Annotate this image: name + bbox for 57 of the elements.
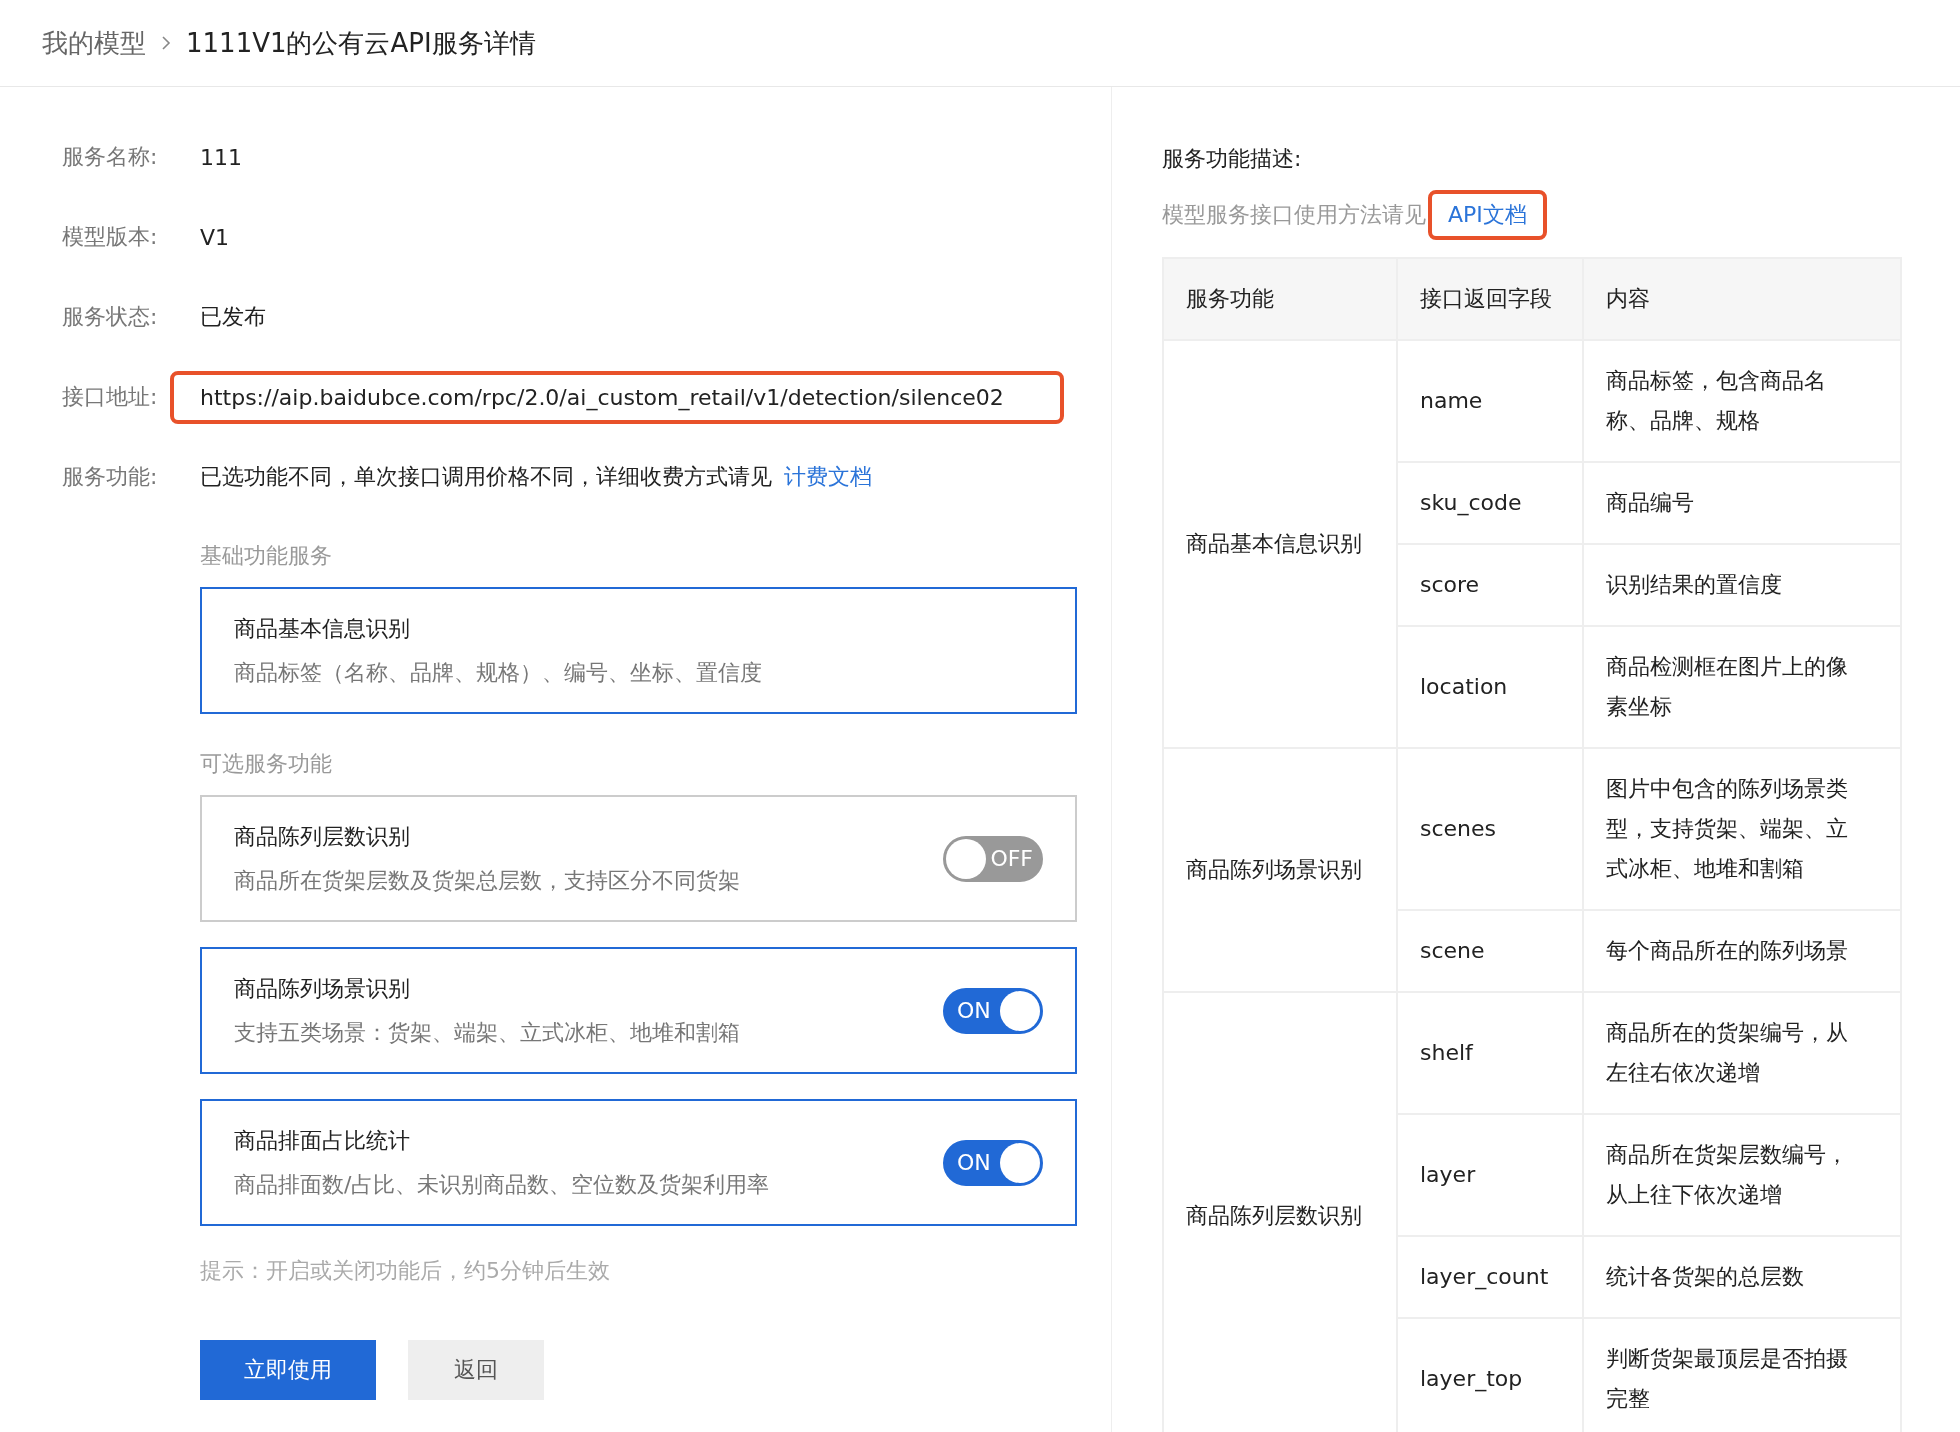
service-name: 商品陈列场景识别: [234, 974, 411, 1003]
field-label: 接口地址:: [62, 383, 159, 411]
service-name: 商品陈列层数识别: [234, 822, 411, 851]
column-header: 内容: [1583, 258, 1901, 340]
service-description: 商品所在货架层数及货架总层数，支持区分不同货架: [234, 866, 741, 895]
billing-doc-link[interactable]: 计费文档: [784, 462, 872, 492]
field-label: 服务功能:: [62, 463, 159, 491]
table-cell: shelf: [1397, 992, 1583, 1114]
hint-text: 提示：开启或关闭功能后，约5分钟后生效: [200, 1257, 611, 1285]
service-description: 商品标签（名称、品牌、规格）、编号、坐标、置信度: [234, 658, 763, 687]
action-button[interactable]: 返回: [408, 1340, 544, 1400]
table-cell: 商品所在的货架编号，从左往右依次递增: [1583, 992, 1901, 1114]
table-cell: 识别结果的置信度: [1583, 544, 1901, 626]
table-cell: 商品陈列场景识别: [1163, 748, 1397, 992]
table-cell: 每个商品所在的陈列场景: [1583, 910, 1901, 992]
field-label: 服务名称:: [62, 143, 159, 171]
table-cell: layer: [1397, 1114, 1583, 1236]
table-cell: location: [1397, 626, 1583, 748]
table-cell: sku_code: [1397, 462, 1583, 544]
table-cell: 统计各货架的总层数: [1583, 1236, 1901, 1318]
service-description: 商品排面数/占比、未识别商品数、空位数及货架利用率: [234, 1170, 771, 1199]
table-cell: name: [1397, 340, 1583, 462]
toggle-switch[interactable]: ON: [943, 987, 1043, 1034]
table-cell: 商品所在货架层数编号，从上往下依次递增: [1583, 1114, 1901, 1236]
field-label: 模型版本:: [62, 223, 159, 251]
toggle-switch[interactable]: OFF: [943, 835, 1043, 882]
table-cell: 商品编号: [1583, 462, 1901, 544]
section-title: 服务功能描述:: [1162, 145, 1303, 173]
field-label: 服务状态:: [62, 303, 159, 331]
api-doc-link[interactable]: API文档: [1428, 190, 1547, 240]
section-title: 可选服务功能: [200, 750, 333, 778]
action-button[interactable]: 立即使用: [200, 1340, 376, 1400]
field-value: 已选功能不同，单次接口调用价格不同，详细收费方式请见: [200, 463, 772, 491]
service-name: 商品基本信息识别: [234, 614, 411, 643]
table-cell: scenes: [1397, 748, 1583, 910]
description-text: 模型服务接口使用方法请见: [1162, 201, 1426, 229]
table-cell: 商品基本信息识别: [1163, 340, 1397, 748]
table-cell: score: [1397, 544, 1583, 626]
field-value: 111: [200, 144, 242, 170]
service-description: 支持五类场景：货架、端架、立式冰柜、地堆和割箱: [234, 1018, 741, 1047]
table-cell: 商品检测框在图片上的像素坐标: [1583, 626, 1901, 748]
table-cell: 商品标签，包含商品名称、品牌、规格: [1583, 340, 1901, 462]
field-value: V1: [200, 224, 230, 250]
column-header: 服务功能: [1163, 258, 1397, 340]
section-title: 基础功能服务: [200, 542, 333, 570]
table-cell: layer_count: [1397, 1236, 1583, 1318]
table-cell: 图片中包含的陈列场景类型，支持货架、端架、立式冰柜、地堆和割箱: [1583, 748, 1901, 910]
service-name: 商品排面占比统计: [234, 1126, 411, 1155]
column-header: 接口返回字段: [1397, 258, 1583, 340]
breadcrumb-link[interactable]: 我的模型: [42, 25, 146, 61]
chevron-right-icon: [160, 34, 172, 52]
toggle-switch[interactable]: ON: [943, 1139, 1043, 1186]
field-value: 已发布: [200, 303, 266, 331]
table-cell: scene: [1397, 910, 1583, 992]
field-value: https://aip.baidubce.com/rpc/2.0/ai_custom_retail/v1/detection/silence02: [170, 370, 1064, 424]
table-cell: 商品陈列层数识别: [1163, 992, 1397, 1432]
page-title: 1111V1的公有云API服务详情: [186, 26, 536, 60]
